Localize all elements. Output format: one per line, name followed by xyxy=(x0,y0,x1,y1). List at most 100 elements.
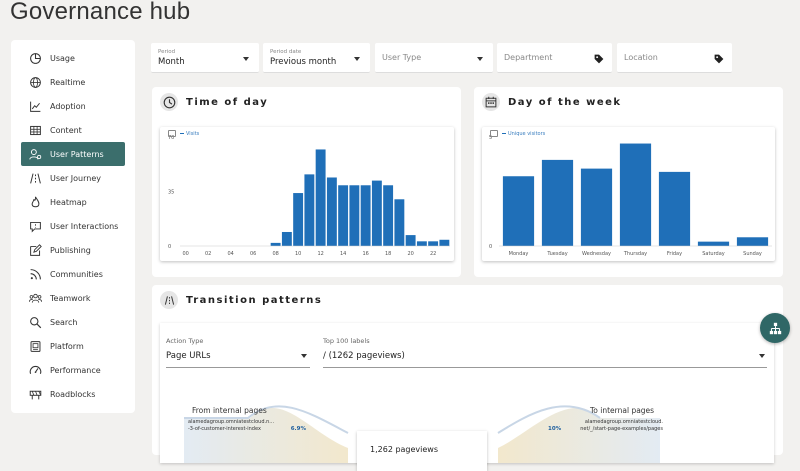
sidebar-item-heatmap[interactable]: Heatmap xyxy=(21,190,125,214)
sidebar-item-adoption[interactable]: Adoption xyxy=(21,94,125,118)
calendar-icon xyxy=(482,93,500,111)
chart-bar xyxy=(428,241,439,246)
grid-table-icon xyxy=(30,125,41,135)
sidebar-item-label: Adoption xyxy=(50,101,86,111)
sitemap-fab-button[interactable] xyxy=(760,313,790,343)
chart-legend[interactable]: Unique visitors xyxy=(490,130,545,137)
to-page-url: alamedagroup.omniatestcloud. xyxy=(584,419,663,425)
sidebar-nav: Usage Realtime Adoption Content User Pat… xyxy=(11,40,135,413)
sidebar-item-realtime[interactable]: Realtime xyxy=(21,70,125,94)
sidebar-item-user-patterns[interactable]: User Patterns xyxy=(21,142,125,166)
chart-bar xyxy=(281,231,292,246)
legend-label: Unique visitors xyxy=(508,130,546,137)
legend-swatch xyxy=(502,132,506,135)
sidebar-item-label: Communities xyxy=(50,269,103,279)
x-tick-label: Wednesday xyxy=(582,251,611,257)
x-tick-label: 16 xyxy=(362,251,368,257)
x-tick-label: 22 xyxy=(430,251,436,257)
to-page-percent: 10% xyxy=(548,426,562,432)
tag-icon xyxy=(594,54,604,64)
sidebar-item-label: Realtime xyxy=(50,77,86,87)
chart-bar xyxy=(658,171,691,246)
sidebar-item-content[interactable]: Content xyxy=(21,118,125,142)
period-date-label: Period date xyxy=(270,49,302,55)
x-tick-label: 08 xyxy=(272,251,278,257)
top-labels-select[interactable]: / (1262 pageviews) xyxy=(323,351,405,361)
chart-menu-icon[interactable] xyxy=(490,130,498,137)
x-tick-label: 10 xyxy=(295,251,301,257)
x-tick-label: 00 xyxy=(182,251,188,257)
divider xyxy=(323,367,767,368)
sidebar-item-usage[interactable]: Usage xyxy=(21,46,125,70)
trend-line-icon xyxy=(30,101,41,112)
sidebar-item-search[interactable]: Search xyxy=(21,310,125,334)
x-tick-label: Sunday xyxy=(743,251,762,257)
sidebar-item-label: User Journey xyxy=(50,173,101,183)
to-internal-title: To internal pages xyxy=(590,406,655,415)
department-select[interactable]: Department xyxy=(497,43,612,73)
card-title: Time of day xyxy=(186,96,269,108)
card-title: Transition patterns xyxy=(186,294,323,306)
sidebar-item-platform[interactable]: Platform xyxy=(21,334,125,358)
sidebar-item-performance[interactable]: Performance xyxy=(21,358,125,382)
chart-bar xyxy=(360,185,371,246)
sidebar-item-user-journey[interactable]: User Journey xyxy=(21,166,125,190)
clock-icon xyxy=(160,93,178,111)
rss-icon xyxy=(30,268,41,279)
sidebar-item-label: Platform xyxy=(50,341,84,351)
sidebar-item-publishing[interactable]: Publishing xyxy=(21,238,125,262)
x-tick-label: 12 xyxy=(317,251,323,257)
sidebar-item-label: Teamwork xyxy=(50,293,91,303)
chart-bar xyxy=(502,176,535,246)
user-type-select[interactable]: User Type xyxy=(375,43,493,73)
chat-icon xyxy=(30,221,41,233)
team-icon xyxy=(29,293,42,303)
from-internal-title: From internal pages xyxy=(192,406,267,415)
x-tick-label: Thursday xyxy=(623,251,647,257)
action-type-select[interactable]: Page URLs xyxy=(166,351,211,361)
search-icon xyxy=(30,316,42,328)
sidebar-item-label: Publishing xyxy=(50,245,91,255)
road-icon xyxy=(160,291,178,309)
edit-icon xyxy=(30,243,42,256)
period-label: Period xyxy=(158,49,176,55)
x-tick-label: Saturday xyxy=(702,251,725,257)
chart-bar xyxy=(383,185,394,246)
chart-bar xyxy=(394,199,405,246)
x-tick-label: 20 xyxy=(407,251,413,257)
sidebar-item-label: Search xyxy=(50,317,78,327)
to-page-url-2: net/_/start-page-examples/pages xyxy=(580,426,663,432)
sidebar-item-teamwork[interactable]: Teamwork xyxy=(21,286,125,310)
page-title: Governance hub xyxy=(10,0,191,25)
globe-icon xyxy=(30,76,41,88)
sidebar-item-roadblocks[interactable]: Roadblocks xyxy=(21,382,125,406)
transition-patterns-card: Transition patterns Action Type Page URL… xyxy=(152,285,783,471)
sidebar-item-label: Roadblocks xyxy=(50,389,96,399)
sidebar-item-user-interactions[interactable]: User Interactions xyxy=(21,214,125,238)
sidebar-item-communities[interactable]: Communities xyxy=(21,262,125,286)
from-page-entry[interactable]: alamedagroup.omniatestcloud.n... -3-of-c… xyxy=(188,419,306,439)
chart-bar xyxy=(371,180,382,246)
period-date-select[interactable]: Period date Previous month xyxy=(263,43,370,73)
divider xyxy=(166,367,310,368)
center-page-box: 1,262 pageviews xyxy=(357,431,487,471)
location-select[interactable]: Location xyxy=(617,43,732,73)
x-tick-label: Tuesday xyxy=(546,251,567,257)
sidebar-item-label: User Interactions xyxy=(50,221,119,231)
x-tick-label: 02 xyxy=(205,251,211,257)
x-tick-label: Monday xyxy=(509,251,529,257)
chart-bar xyxy=(304,174,315,246)
chart-bar xyxy=(439,239,450,246)
y-tick-label: 0 xyxy=(168,244,171,250)
period-value: Month xyxy=(158,57,185,67)
y-tick-label: 35 xyxy=(168,190,174,196)
chart-menu-icon[interactable] xyxy=(168,130,176,137)
period-select[interactable]: Period Month xyxy=(151,43,259,73)
x-tick-label: 04 xyxy=(227,251,233,257)
chart-legend[interactable]: Visits xyxy=(168,130,199,137)
to-page-entry[interactable]: 10% alamedagroup.omniatestcloud. net/_/s… xyxy=(540,419,663,439)
top-labels-label: Top 100 labels xyxy=(323,337,370,345)
day-of-week-bars: 05Monday Tuesday Wednesday Thursday Friday Sa… xyxy=(489,135,772,257)
chart-bar xyxy=(697,241,730,246)
platform-icon xyxy=(30,340,41,352)
